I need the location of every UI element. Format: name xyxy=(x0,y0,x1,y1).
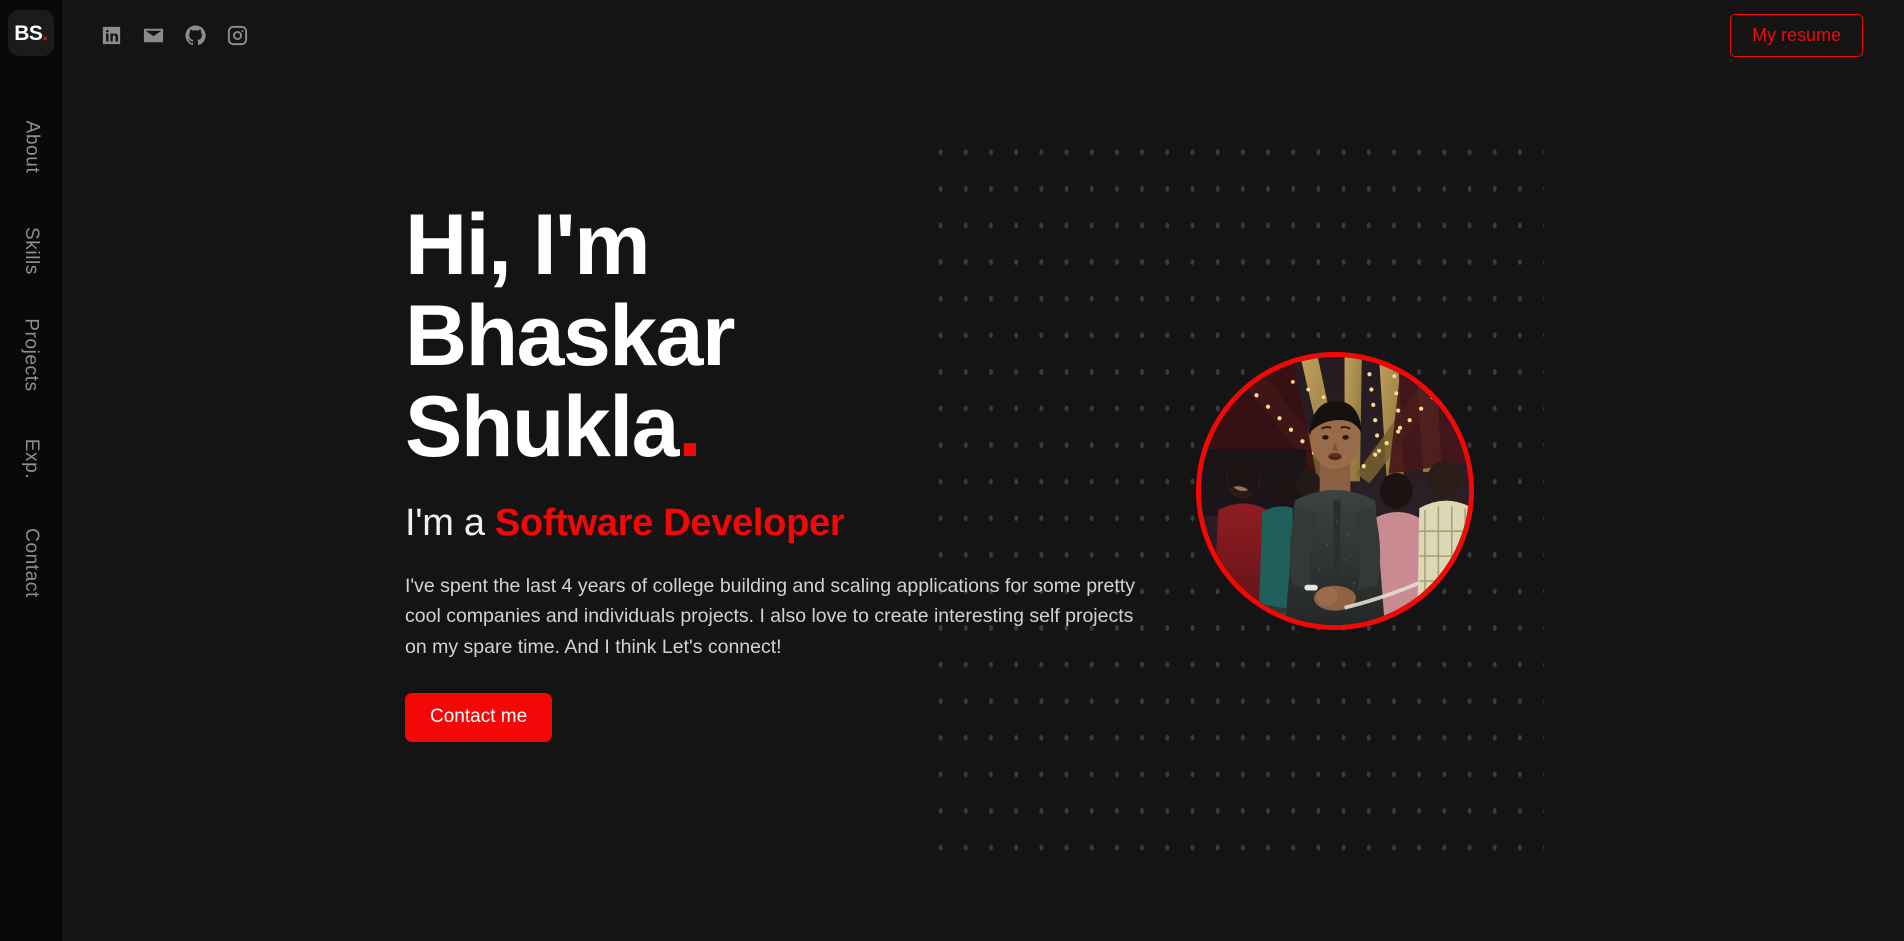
brand-logo[interactable]: BS. xyxy=(8,10,54,56)
page-root: BS. About Skills Projects Exp. Contact M… xyxy=(0,0,1904,941)
sidebar-item-exp[interactable]: Exp. xyxy=(0,407,62,511)
sidebar-item-about[interactable]: About xyxy=(0,95,62,199)
hero-subtitle-prefix: I'm a xyxy=(405,502,495,545)
sidebar-item-contact[interactable]: Contact xyxy=(0,511,62,615)
linkedin-icon[interactable] xyxy=(100,24,123,47)
hero-title-line1: Hi, I'm xyxy=(405,197,651,293)
hero-title-accent-dot: . xyxy=(677,379,702,476)
hero-title-line2: Bhaskar xyxy=(405,288,735,385)
github-icon[interactable] xyxy=(184,24,207,47)
topbar: My resume xyxy=(62,0,1904,72)
profile-photo xyxy=(1196,352,1474,630)
sidebar-item-contact-label: Contact xyxy=(21,528,42,598)
sidebar-item-skills-label: Skills xyxy=(21,227,42,275)
sidebar-nav: About Skills Projects Exp. Contact xyxy=(0,95,62,615)
my-resume-button[interactable]: My resume xyxy=(1729,14,1863,57)
brand-logo-text: BS. xyxy=(14,21,48,45)
hero-paragraph: I've spent the last 4 years of college b… xyxy=(405,575,1135,658)
page-title: Hi, I'm Bhaskar Shukla. xyxy=(405,197,925,476)
hero-title-line3: Shukla xyxy=(405,379,679,476)
contact-me-button[interactable]: Contact me xyxy=(405,692,553,742)
hero-subtitle-role: Software Developer xyxy=(494,502,845,545)
sidebar-item-projects-label: Projects xyxy=(21,318,42,392)
sidebar-item-skills[interactable]: Skills xyxy=(0,199,62,303)
instagram-icon[interactable] xyxy=(226,24,249,47)
social-links xyxy=(100,24,249,47)
sidebar-item-exp-label: Exp. xyxy=(20,438,42,480)
sidebar: BS. About Skills Projects Exp. Contact xyxy=(0,0,62,941)
hero-subtitle: I'm a Software Developer xyxy=(405,501,925,547)
email-icon[interactable] xyxy=(142,24,165,47)
hero-section: Hi, I'm Bhaskar Shukla. I'm a Software Dev… xyxy=(405,197,1135,742)
brand-logo-dot: . xyxy=(42,21,48,45)
sidebar-item-about-label: About xyxy=(21,120,42,174)
profile-photo-image xyxy=(1201,357,1469,625)
sidebar-item-projects[interactable]: Projects xyxy=(0,303,62,407)
